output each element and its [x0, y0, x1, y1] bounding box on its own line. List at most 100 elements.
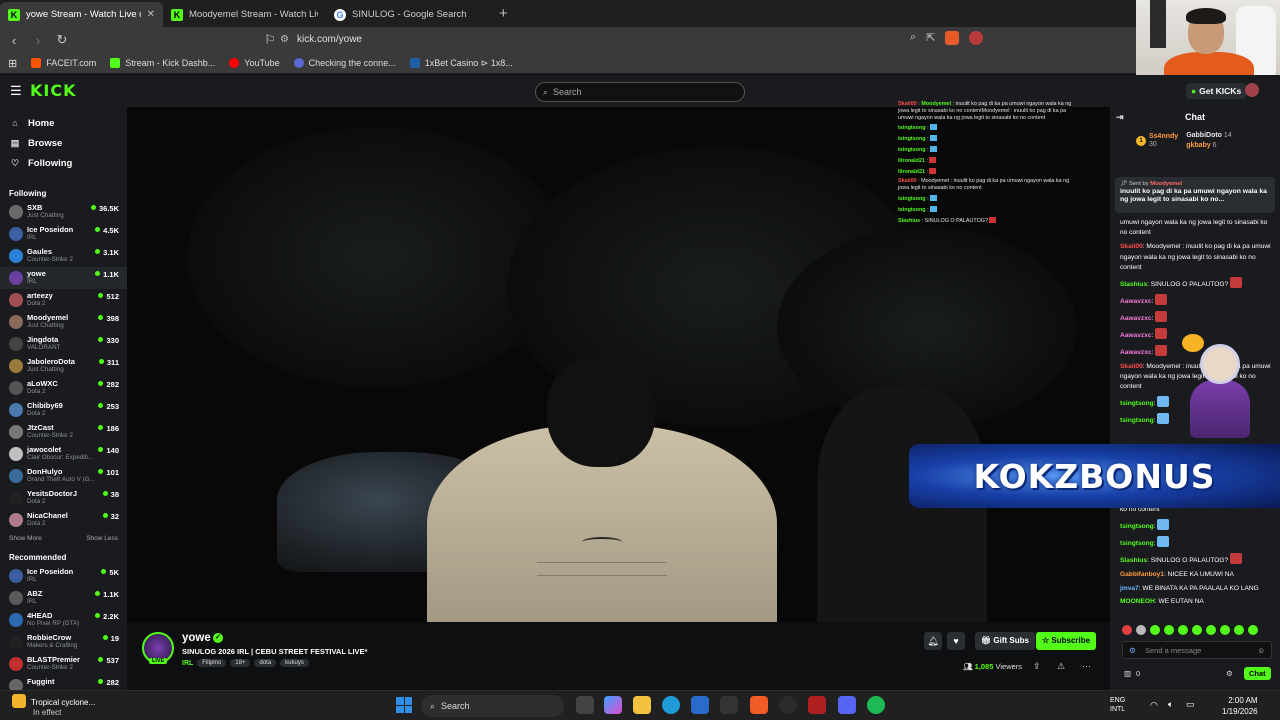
leaderboard-others[interactable]: GabbiDoto 14 gkbaby 6: [1186, 131, 1232, 151]
sidebar-channel-alowxc[interactable]: aLoWXC Dota 2 282: [0, 377, 127, 399]
chat-message[interactable]: Aawavzxc:: [1120, 310, 1272, 324]
sidebar-channel-jabolerodota[interactable]: JaboleroDota Just Chatting 311: [0, 355, 127, 377]
system-clock[interactable]: 2:00 AM 1/19/2026: [1222, 695, 1258, 717]
back-icon[interactable]: ‹: [4, 33, 24, 48]
battery-icon[interactable]: ▭: [1186, 699, 1195, 710]
brave-icon[interactable]: [750, 696, 768, 714]
emote-icon[interactable]: [1220, 625, 1230, 635]
chat-username[interactable]: tsingtsong: [1120, 523, 1154, 530]
chat-message[interactable]: Slashius: SINULOG O PALAUTOG?: [1120, 277, 1272, 290]
sidebar-channel-nicachanel[interactable]: NicaChanel Dota 2 32: [0, 509, 127, 531]
emote-icon[interactable]: [1234, 625, 1244, 635]
chat-message[interactable]: Gabbifanboy1: NICEE KA UMUWI NA: [1120, 570, 1272, 580]
sidebar-channel-ice-poseidon[interactable]: Ice Poseidon IRL 4.5K: [0, 223, 127, 245]
sidebar-channel-chibiby69[interactable]: Chibiby69 Dota 2 253: [0, 399, 127, 421]
sidebar-channel-arteezy[interactable]: arteezy Dota 2 512: [0, 289, 127, 311]
tag[interactable]: 18+: [230, 659, 251, 667]
nav-home[interactable]: ⌂ Home: [0, 113, 127, 133]
follow-heart-icon[interactable]: ♥: [947, 632, 965, 650]
brave-shield-icon[interactable]: [945, 31, 960, 45]
chat-username[interactable]: Aawavzxc: [1120, 332, 1152, 339]
chat-username[interactable]: MOONEOH: [1120, 598, 1155, 605]
file-explorer-icon[interactable]: [633, 696, 651, 714]
bookmark-youtube[interactable]: YouTube: [229, 58, 280, 68]
edge-icon[interactable]: [662, 696, 680, 714]
gift-subs-button[interactable]: 🎁︎ Gift Subs: [975, 632, 1035, 650]
taskbar-search[interactable]: ⌕ Search: [421, 695, 564, 717]
notification-bell-icon[interactable]: 🔔︎: [924, 632, 942, 650]
chat-message[interactable]: MOONEOH: WE EUTAN NA: [1120, 597, 1272, 607]
share-icon[interactable]: ⇱: [926, 31, 935, 45]
tag[interactable]: kukuys: [280, 659, 309, 667]
bookmark-icon[interactable]: ⚐: [260, 32, 280, 48]
close-tab-icon[interactable]: ✕: [147, 9, 155, 20]
sidebar-channel-yowe[interactable]: yowe IRL 1.1K: [0, 267, 127, 289]
store-icon[interactable]: [691, 696, 709, 714]
app-icon[interactable]: [808, 696, 826, 714]
obs-icon[interactable]: [779, 696, 797, 714]
sidebar-channel-jawocolet[interactable]: jawocolet Clair Obscur: Expediti... 140: [0, 443, 127, 465]
emote-icon[interactable]: [1164, 625, 1174, 635]
chat-settings-icon[interactable]: ⚙: [1129, 646, 1136, 655]
browser-tab-moodyemel[interactable]: K Moodyemel Stream - Watch Live on: [163, 2, 326, 27]
emote-icon[interactable]: [1178, 625, 1188, 635]
sidebar-channel-robbiecrow[interactable]: RobbieCrow Makers & Crafting 19: [0, 631, 127, 653]
new-tab-icon[interactable]: +: [489, 5, 518, 27]
chat-username[interactable]: Gabbifanboy1: [1120, 571, 1164, 578]
chat-username[interactable]: tsingtsong: [1120, 417, 1154, 424]
discord-icon[interactable]: [838, 696, 856, 714]
collapse-chat-icon[interactable]: ⇥: [1116, 112, 1124, 123]
spotify-icon[interactable]: [867, 696, 885, 714]
chat-message[interactable]: tsingtsong:: [1120, 535, 1272, 549]
forward-icon[interactable]: ›: [28, 33, 48, 48]
chat-username[interactable]: Slashius: [1120, 557, 1147, 564]
zoom-icon[interactable]: ⌕: [910, 31, 916, 45]
browser-tab-google[interactable]: G SINULOG - Google Search: [326, 2, 489, 27]
url-field[interactable]: ⚙ kick.com/yowe: [280, 29, 1000, 50]
nav-following[interactable]: ♡ Following: [0, 153, 127, 173]
bookmark-faceit[interactable]: FACEIT.com: [31, 58, 96, 68]
language-indicator[interactable]: ENG INTL: [1110, 696, 1125, 714]
apps-grid-icon[interactable]: ⊞: [8, 57, 17, 70]
sidebar-channel-jtzcast[interactable]: JtzCast Counter-Strike 2 186: [0, 421, 127, 443]
terminal-icon[interactable]: [720, 696, 738, 714]
show-more-button[interactable]: Show More: [9, 535, 42, 542]
chat-username[interactable]: tsingtsong: [1120, 540, 1154, 547]
chat-settings-gear-icon[interactable]: ⚙: [1226, 669, 1233, 678]
channel-name[interactable]: yowe: [182, 632, 211, 644]
bookmark-1xbet[interactable]: 1xBet Casino ⊳ 1x8...: [409, 58, 513, 69]
site-info-icon[interactable]: ⚙: [280, 34, 289, 45]
sidebar-channel-ice-poseidon[interactable]: Ice Poseidon IRL 5K: [0, 565, 127, 587]
share-icon[interactable]: ⇪: [1033, 661, 1041, 672]
sidebar-channel-gaules[interactable]: Gaules Counter-Strike 2 3.1K: [0, 245, 127, 267]
sidebar-channel-donhulyo[interactable]: DonHulyo Grand Theft Auto V (G... 101: [0, 465, 127, 487]
chat-input[interactable]: ⚙ Send a message ☺: [1122, 641, 1272, 659]
report-icon[interactable]: ⚠: [1057, 661, 1065, 672]
chat-message[interactable]: Aawavzxc:: [1120, 293, 1272, 307]
sidebar-channel-yesitsdoctorj[interactable]: YesitsDoctorJ Dota 2 38: [0, 487, 127, 509]
wifi-icon[interactable]: ◠: [1150, 700, 1158, 711]
chat-username[interactable]: Skaii00: [1120, 243, 1143, 250]
tag[interactable]: dota: [254, 659, 277, 667]
sidebar-channel-abz[interactable]: ABZ IRL 1.1K: [0, 587, 127, 609]
chat-username[interactable]: Slashius: [1120, 281, 1147, 288]
more-icon[interactable]: ⋯: [1082, 661, 1091, 672]
nav-browse[interactable]: ▤ Browse: [0, 133, 127, 153]
tag[interactable]: Filipino: [197, 659, 227, 667]
menu-icon[interactable]: ☰: [10, 83, 22, 99]
emote-icon[interactable]: [1122, 625, 1132, 635]
search-input[interactable]: ⌕ Search: [535, 82, 745, 102]
chat-username[interactable]: jmva7: [1120, 585, 1139, 592]
browser-tab-yowe[interactable]: K yowe Stream - Watch Live on ✕: [0, 2, 163, 27]
emote-icon[interactable]: [1248, 625, 1258, 635]
emote-icon[interactable]: [1206, 625, 1216, 635]
reload-icon[interactable]: ↻: [52, 32, 72, 48]
sidebar-channel-jingdota[interactable]: Jingdota VALORANT 330: [0, 333, 127, 355]
avatar[interactable]: [1245, 83, 1259, 97]
emote-icon[interactable]: [1136, 625, 1146, 635]
emote-icon[interactable]: [1192, 625, 1202, 635]
brave-rewards-icon[interactable]: [969, 31, 984, 45]
kick-logo[interactable]: KICK: [30, 81, 77, 100]
subscribe-button[interactable]: ☆ Subscribe: [1036, 632, 1097, 650]
task-view-icon[interactable]: [576, 696, 594, 714]
